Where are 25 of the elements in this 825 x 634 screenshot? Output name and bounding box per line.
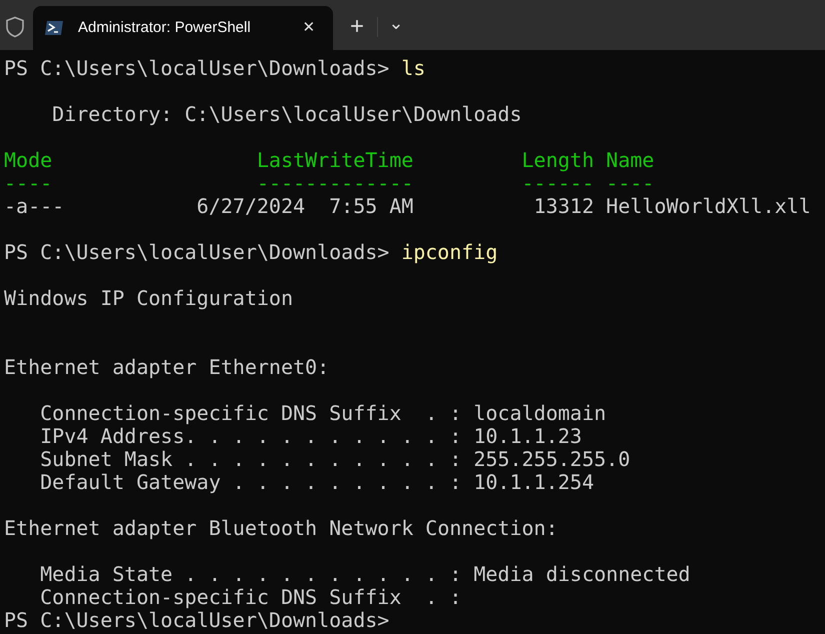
- output-text: Media State . . . . . . . . . . . : Media disconnected: [39, 562, 690, 586]
- prompt-text: PS C:\Users\localUser\Downloads>: [4, 240, 390, 264]
- output-text: -a--- 6/27/2024 7:55 AM 13312 HelloWorldXll.xll: [4, 194, 811, 218]
- prompt-text: PS C:\Users\localUser\Downloads>: [4, 608, 390, 632]
- prompt-text: PS C:\Users\localUser\Downloads>: [4, 56, 390, 80]
- command-text: ipconfig: [401, 240, 498, 264]
- output-text: Default Gateway . . . . . . . . . : 10.1.1.254: [39, 470, 594, 494]
- output-text: Directory: C:\Users\localUser\Downloads: [51, 102, 522, 126]
- output-text: Ethernet adapter Bluetooth Network Connection:: [4, 516, 558, 540]
- output-text: Connection-specific DNS Suffix . :: [39, 585, 462, 609]
- output-text: Ethernet adapter Ethernet0:: [4, 355, 330, 379]
- output-text: Subnet Mask . . . . . . . . . . . : 255.255.255.0: [39, 447, 630, 471]
- output-text: Windows IP Configuration: [4, 286, 293, 310]
- command-text: ls: [401, 56, 426, 80]
- output-text: IPv4 Address. . . . . . . . . . . : 10.1.1.23: [39, 424, 582, 448]
- powershell-icon: [44, 20, 64, 36]
- tab-title: Administrator: PowerShell: [78, 18, 252, 38]
- shield-icon: [5, 16, 25, 38]
- new-tab-button[interactable]: +: [337, 7, 377, 47]
- tab[interactable]: Administrator: PowerShell ✕: [33, 6, 333, 50]
- close-tab-button[interactable]: ✕: [299, 16, 319, 40]
- dropdown-button[interactable]: ⌄: [378, 7, 414, 47]
- column-header-text: Mode LastWriteTime Length Name: [4, 148, 654, 172]
- column-header-text: ---- ------------- ------ ----: [4, 171, 654, 195]
- output-text: Connection-specific DNS Suffix . : localdomain: [39, 401, 606, 425]
